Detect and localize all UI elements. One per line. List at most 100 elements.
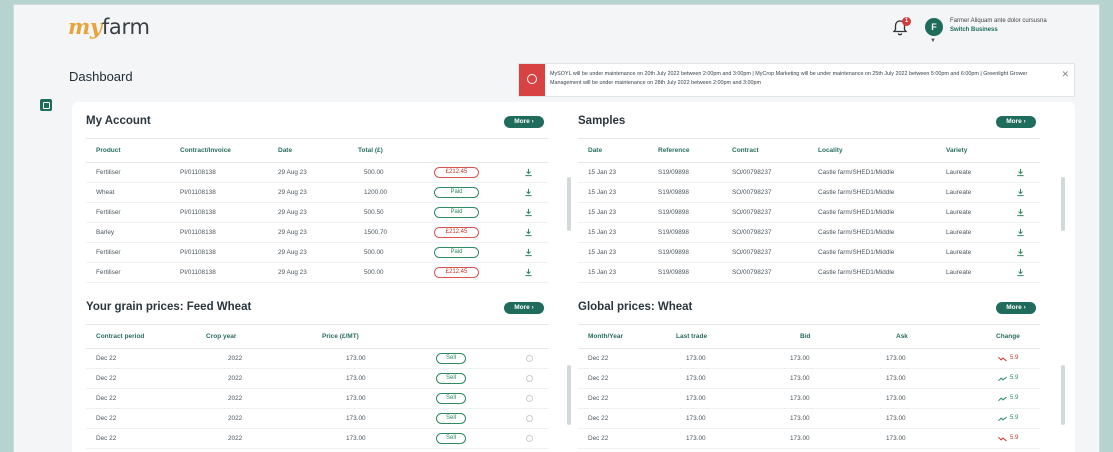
- status-badge[interactable]: £212.45: [434, 167, 479, 178]
- contract-cell: SO/00798237: [732, 269, 772, 276]
- period-cell: Dec 22: [96, 435, 117, 442]
- product-cell: Fertiliser: [96, 249, 121, 256]
- table-row[interactable]: Fertiliser PI/01108138 29 Aug 23 500.00 £212…: [86, 263, 548, 283]
- reference-cell: S19/09898: [658, 209, 689, 216]
- column-header: Variety: [946, 147, 968, 154]
- download-icon[interactable]: [1016, 208, 1025, 217]
- status-badge[interactable]: Paid: [434, 207, 479, 218]
- date-cell: 29 Aug 23: [278, 229, 307, 236]
- more-button[interactable]: More ›: [504, 116, 544, 128]
- more-button[interactable]: More ›: [504, 302, 544, 314]
- sell-button[interactable]: Sell: [436, 373, 466, 384]
- download-icon[interactable]: [1016, 168, 1025, 177]
- status-badge[interactable]: Paid: [434, 247, 479, 258]
- sidebar-toggle-icon[interactable]: [40, 99, 52, 111]
- product-cell: Barley: [96, 229, 115, 236]
- locality-cell: Castle farm/SHED1/Middle: [818, 169, 895, 176]
- alert-bell-icon[interactable]: [526, 395, 533, 402]
- close-icon[interactable]: ✕: [1061, 69, 1069, 80]
- download-icon[interactable]: [524, 228, 533, 237]
- scrollbar[interactable]: [1061, 365, 1065, 425]
- contract-cell: PI/01108138: [180, 249, 216, 256]
- period-cell: Dec 22: [96, 415, 117, 422]
- table-row[interactable]: 15 Jan 23 S19/09898 SO/00798237 Castle farm…: [578, 183, 1040, 203]
- table-row[interactable]: 15 Jan 23 S19/09898 SO/00798237 Castle farm…: [578, 203, 1040, 223]
- alert-bell-icon[interactable]: [526, 355, 533, 362]
- table-row[interactable]: 15 Jan 23 S19/09898 SO/00798237 Castle farm…: [578, 163, 1040, 183]
- reference-cell: S19/09898: [658, 229, 689, 236]
- table-row[interactable]: 15 Jan 23 S19/09898 SO/00798237 Castle farm…: [578, 243, 1040, 263]
- status-badge[interactable]: £212.45: [434, 227, 479, 238]
- download-icon[interactable]: [524, 208, 533, 217]
- month-cell: Dec 22: [588, 375, 609, 382]
- column-header: Month/Year: [588, 333, 624, 340]
- scrollbar[interactable]: [1061, 177, 1065, 231]
- period-cell: Dec 22: [96, 355, 117, 362]
- column-header: Date: [588, 147, 603, 154]
- table-row: Dec 22 173.00 173.00 173.00 5.9: [578, 349, 1040, 369]
- last-trade-cell: 173.00: [686, 355, 706, 362]
- download-icon[interactable]: [524, 188, 533, 197]
- user-name: Farmer Aliquam ante dolor cursusna: [950, 18, 1047, 24]
- alert-bell-icon[interactable]: [526, 375, 533, 382]
- last-trade-cell: 173.00: [686, 415, 706, 422]
- download-icon[interactable]: [1016, 248, 1025, 257]
- download-icon[interactable]: [524, 168, 533, 177]
- variety-cell: Laureate: [946, 169, 972, 176]
- total-cell: 500.00: [364, 169, 384, 176]
- table-row[interactable]: Fertiliser PI/01108138 29 Aug 23 500.50 Paid: [86, 203, 548, 223]
- avatar[interactable]: F: [925, 18, 943, 36]
- column-header: Total (£): [358, 147, 383, 154]
- contract-cell: SO/00798237: [732, 209, 772, 216]
- more-button[interactable]: More ›: [996, 302, 1036, 314]
- table-row[interactable]: Wheat PI/01108138 29 Aug 23 1200.00 Paid: [86, 183, 548, 203]
- column-header: Price (£/MT): [322, 333, 359, 340]
- date-cell: 29 Aug 23: [278, 189, 307, 196]
- table-row[interactable]: 15 Jan 23 S19/09898 SO/00798237 Castle farm…: [578, 263, 1040, 283]
- alert-bell-icon[interactable]: [526, 415, 533, 422]
- status-badge[interactable]: Paid: [434, 187, 479, 198]
- download-icon[interactable]: [524, 268, 533, 277]
- sell-button[interactable]: Sell: [436, 413, 466, 424]
- sell-button[interactable]: Sell: [436, 353, 466, 364]
- switch-business-link[interactable]: Switch Business: [950, 27, 998, 33]
- contract-cell: SO/00798237: [732, 189, 772, 196]
- download-icon[interactable]: [1016, 188, 1025, 197]
- scrollbar[interactable]: [567, 177, 571, 231]
- download-icon[interactable]: [1016, 228, 1025, 237]
- table-row: Dec 22 173.00 173.00 173.00 5.9: [578, 409, 1040, 429]
- table-header: Contract period Crop year Price (£/MT): [86, 325, 548, 349]
- table-row[interactable]: Barley PI/01108138 29 Aug 23 1500.70 £212.45: [86, 223, 548, 243]
- status-badge[interactable]: £212.45: [434, 267, 479, 278]
- chevron-down-icon[interactable]: ▼: [930, 38, 936, 44]
- column-header: Date: [278, 147, 293, 154]
- year-cell: 2022: [228, 435, 243, 442]
- table-row[interactable]: Fertiliser PI/01108138 29 Aug 23 500.00 £212…: [86, 163, 548, 183]
- total-cell: 500.00: [364, 249, 384, 256]
- date-cell: 29 Aug 23: [278, 169, 307, 176]
- trend-down-icon: [998, 356, 1007, 362]
- ask-cell: 173.00: [886, 355, 906, 362]
- download-icon[interactable]: [524, 248, 533, 257]
- samples-table: Date Reference Contract Locality Variety…: [578, 138, 1040, 283]
- sell-button[interactable]: Sell: [436, 433, 466, 444]
- date-cell: 15 Jan 23: [588, 229, 617, 236]
- change-cell: 5.9: [1010, 415, 1019, 421]
- alert-bell-icon[interactable]: [526, 435, 533, 442]
- price-cell: 173.00: [346, 355, 366, 362]
- last-trade-cell: 173.00: [686, 395, 706, 402]
- column-header: Product: [96, 147, 121, 154]
- more-button[interactable]: More ›: [996, 116, 1036, 128]
- table-row[interactable]: Fertiliser PI/01108138 29 Aug 23 500.00 Paid: [86, 243, 548, 263]
- download-icon[interactable]: [1016, 268, 1025, 277]
- column-header: Contract/Invoice: [180, 147, 231, 154]
- contract-cell: SO/00798237: [732, 169, 772, 176]
- price-cell: 173.00: [346, 395, 366, 402]
- table-row[interactable]: 15 Jan 23 S19/09898 SO/00798237 Castle farm…: [578, 223, 1040, 243]
- variety-cell: Laureate: [946, 209, 972, 216]
- sell-button[interactable]: Sell: [436, 393, 466, 404]
- change-cell: 5.9: [1010, 435, 1019, 441]
- scrollbar[interactable]: [567, 365, 571, 425]
- reference-cell: S19/09898: [658, 269, 689, 276]
- app-logo[interactable]: myfarm: [68, 14, 150, 39]
